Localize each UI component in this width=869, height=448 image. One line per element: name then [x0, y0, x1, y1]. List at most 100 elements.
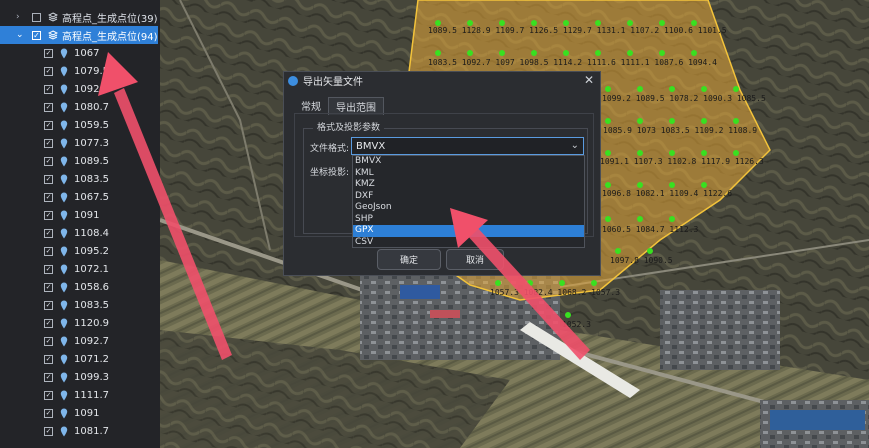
- format-option-csv[interactable]: CSV: [353, 237, 584, 249]
- tree-item[interactable]: ✓ 1067.5: [0, 188, 160, 206]
- elevation-point[interactable]: [733, 118, 739, 124]
- checkbox[interactable]: ✓: [44, 336, 53, 346]
- tree-item[interactable]: ✓ 1083.5: [0, 170, 160, 188]
- elevation-point[interactable]: [591, 280, 597, 286]
- checkbox[interactable]: ✓: [44, 174, 53, 184]
- format-option-shp[interactable]: SHP: [353, 214, 584, 226]
- checkbox[interactable]: ✓: [44, 120, 53, 130]
- elevation-point[interactable]: [563, 50, 569, 56]
- tree-item[interactable]: ✓ 1071.2: [0, 350, 160, 368]
- format-option-kml[interactable]: KML: [353, 168, 584, 180]
- checkbox[interactable]: ✓: [44, 318, 53, 328]
- tree-item[interactable]: ✓ 1067: [0, 44, 160, 62]
- tree-item[interactable]: ✓ 1058.6: [0, 278, 160, 296]
- tree-group-2[interactable]: ⌄ ✓ 高程点_生成点位(94): [0, 26, 158, 44]
- elevation-point[interactable]: [647, 248, 653, 254]
- elevation-point[interactable]: [467, 50, 473, 56]
- elevation-point[interactable]: [733, 86, 739, 92]
- checkbox[interactable]: ✓: [44, 426, 53, 436]
- tree-item[interactable]: ✓ 1120.9: [0, 314, 160, 332]
- elevation-point[interactable]: [595, 50, 601, 56]
- checkbox[interactable]: ✓: [44, 264, 53, 274]
- tree-item[interactable]: ✓ 1099.3: [0, 368, 160, 386]
- tree-item[interactable]: ✓ 1111.7: [0, 386, 160, 404]
- checkbox[interactable]: ✓: [44, 102, 53, 112]
- tab-general[interactable]: 常规: [294, 97, 328, 114]
- elevation-point[interactable]: [637, 118, 643, 124]
- chevron-down-icon[interactable]: ⌄: [16, 30, 26, 40]
- tree-group-1[interactable]: › 高程点_生成点位(39): [0, 8, 158, 26]
- elevation-point[interactable]: [733, 150, 739, 156]
- tree-item[interactable]: ✓ 1080.7: [0, 98, 160, 116]
- elevation-point[interactable]: [627, 50, 633, 56]
- elevation-point[interactable]: [701, 86, 707, 92]
- format-select[interactable]: BMVX ⌄: [351, 137, 584, 155]
- tree-item[interactable]: ✓ 1083.5: [0, 296, 160, 314]
- elevation-point[interactable]: [701, 150, 707, 156]
- format-option-gpx[interactable]: GPX: [353, 225, 584, 237]
- checkbox[interactable]: ✓: [44, 354, 53, 364]
- tree-item[interactable]: ✓ 1091: [0, 404, 160, 422]
- checkbox[interactable]: ✓: [44, 66, 53, 76]
- tree-item[interactable]: ✓ 1081.7: [0, 422, 160, 440]
- elevation-point[interactable]: [615, 248, 621, 254]
- elevation-point[interactable]: [669, 182, 675, 188]
- checkbox[interactable]: ✓: [44, 282, 53, 292]
- elevation-point[interactable]: [701, 182, 707, 188]
- elevation-point[interactable]: [605, 150, 611, 156]
- elevation-point[interactable]: [669, 86, 675, 92]
- elevation-point[interactable]: [531, 50, 537, 56]
- elevation-point[interactable]: [605, 182, 611, 188]
- elevation-point[interactable]: [669, 150, 675, 156]
- tree-item[interactable]: ✓ 1089.5: [0, 152, 160, 170]
- close-icon[interactable]: ✕: [584, 73, 594, 87]
- elevation-point[interactable]: [637, 150, 643, 156]
- elevation-point[interactable]: [495, 280, 501, 286]
- checkbox[interactable]: ✓: [44, 210, 53, 220]
- elevation-point[interactable]: [435, 50, 441, 56]
- tree-item[interactable]: ✓ 1092.9: [0, 80, 160, 98]
- elevation-point[interactable]: [605, 86, 611, 92]
- checkbox[interactable]: ✓: [44, 246, 53, 256]
- elevation-point[interactable]: [669, 216, 675, 222]
- elevation-point[interactable]: [559, 280, 565, 286]
- elevation-point[interactable]: [527, 280, 533, 286]
- elevation-point[interactable]: [499, 50, 505, 56]
- checkbox[interactable]: ✓: [44, 192, 53, 202]
- format-option-bmvx[interactable]: BMVX: [353, 156, 584, 168]
- tree-item[interactable]: ✓ 1092.7: [0, 332, 160, 350]
- checkbox[interactable]: ✓: [44, 138, 53, 148]
- format-option-dxf[interactable]: DXF: [353, 191, 584, 203]
- checkbox[interactable]: ✓: [44, 84, 53, 94]
- format-option-geojson[interactable]: GeoJson: [353, 202, 584, 214]
- elevation-point[interactable]: [565, 312, 571, 318]
- elevation-point[interactable]: [669, 118, 675, 124]
- dialog-titlebar[interactable]: 导出矢量文件: [284, 72, 600, 89]
- checkbox[interactable]: ✓: [44, 390, 53, 400]
- elevation-point[interactable]: [605, 118, 611, 124]
- cancel-button[interactable]: 取消: [446, 249, 504, 270]
- tree-item[interactable]: ✓ 1059.5: [0, 116, 160, 134]
- chevron-down-icon[interactable]: ⌄: [571, 140, 579, 151]
- elevation-point[interactable]: [605, 216, 611, 222]
- checkbox[interactable]: ✓: [32, 30, 41, 40]
- tree-item[interactable]: ✓ 1091: [0, 206, 160, 224]
- elevation-point[interactable]: [637, 216, 643, 222]
- tree-item[interactable]: ✓ 1079.5: [0, 62, 160, 80]
- format-option-kmz[interactable]: KMZ: [353, 179, 584, 191]
- chevron-right-icon[interactable]: ›: [16, 12, 26, 22]
- elevation-point[interactable]: [637, 182, 643, 188]
- checkbox[interactable]: ✓: [44, 228, 53, 238]
- checkbox[interactable]: ✓: [44, 48, 53, 58]
- tree-item[interactable]: ✓ 1108.4: [0, 224, 160, 242]
- checkbox[interactable]: ✓: [44, 156, 53, 166]
- checkbox[interactable]: [32, 12, 41, 22]
- elevation-point[interactable]: [701, 118, 707, 124]
- ok-button[interactable]: 确定: [377, 249, 441, 270]
- tree-item[interactable]: ✓ 1095.2: [0, 242, 160, 260]
- tree-item[interactable]: ✓ 1072.1: [0, 260, 160, 278]
- checkbox[interactable]: ✓: [44, 372, 53, 382]
- checkbox[interactable]: ✓: [44, 300, 53, 310]
- elevation-point[interactable]: [659, 50, 665, 56]
- tree-item[interactable]: ✓ 1077.3: [0, 134, 160, 152]
